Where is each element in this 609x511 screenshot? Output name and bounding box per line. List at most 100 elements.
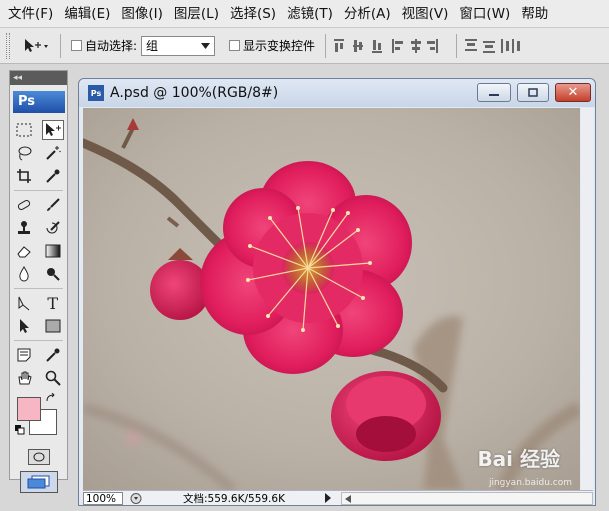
dodge-tool[interactable]: [42, 264, 64, 284]
auto-select-checkbox[interactable]: [71, 40, 82, 51]
default-colors-icon[interactable]: [15, 425, 25, 435]
dodge-icon: [46, 268, 60, 281]
tool-preset-picker[interactable]: [18, 33, 54, 59]
hand-tool[interactable]: [13, 368, 35, 388]
crop-tool[interactable]: [13, 166, 35, 186]
eyedropper-icon: [46, 348, 60, 362]
brush-icon: [46, 198, 60, 211]
scroll-left-icon[interactable]: [344, 494, 352, 504]
gradient-tool[interactable]: [42, 241, 64, 261]
separator: [456, 33, 458, 58]
menu-select[interactable]: 选择(S): [226, 0, 280, 27]
move-tool[interactable]: [41, 120, 64, 140]
auto-select-dropdown[interactable]: 组: [141, 35, 216, 56]
menu-analysis[interactable]: 分析(A): [340, 0, 395, 27]
vertical-scrollbar[interactable]: [581, 108, 593, 490]
photoshop-logo[interactable]: Ps: [13, 91, 65, 113]
color-swatches: [10, 393, 67, 441]
auto-select-value: 组: [146, 39, 159, 53]
history-brush-icon: [46, 221, 60, 234]
close-icon: ✕: [567, 85, 579, 100]
plum-blossom-photo: [83, 108, 580, 490]
align-buttons[interactable]: [332, 37, 450, 55]
menu-filter[interactable]: 滤镜(T): [283, 0, 337, 27]
lasso-tool[interactable]: [13, 143, 35, 163]
move-arrow-icon: [45, 123, 61, 136]
horizontal-scrollbar[interactable]: [341, 491, 593, 505]
path-selection-tool[interactable]: [13, 316, 35, 336]
eyedropper-icon: [46, 169, 60, 183]
maximize-button[interactable]: [517, 83, 549, 102]
zoom-level-field[interactable]: 100%: [83, 491, 123, 505]
menu-view[interactable]: 视图(V): [398, 0, 453, 27]
minimize-button[interactable]: [477, 83, 511, 102]
swap-colors-icon[interactable]: [46, 393, 56, 403]
healing-brush-tool[interactable]: [13, 195, 35, 215]
document-title: A.psd @ 100%(RGB/8#): [110, 85, 279, 101]
eraser-icon: [17, 246, 31, 258]
status-arrow-icon[interactable]: [323, 492, 333, 504]
status-menu-icon[interactable]: [129, 492, 143, 505]
pen-tool[interactable]: [13, 293, 35, 313]
status-bar: 100% 文档:559.6K/559.6K: [83, 490, 593, 505]
close-button[interactable]: ✕: [555, 83, 591, 102]
notes-tool[interactable]: [13, 345, 35, 365]
zoom-tool[interactable]: [42, 368, 64, 388]
eyedropper-tool[interactable]: [42, 166, 64, 186]
type-tool[interactable]: T: [42, 293, 64, 313]
baidu-watermark: Bai 经验: [477, 447, 560, 471]
auto-select-label: 自动选择:: [85, 39, 138, 53]
menu-bar: 文件(F) 编辑(E) 图像(I) 图层(L) 选择(S) 滤镜(T) 分析(A…: [0, 0, 609, 28]
lasso-icon: [18, 146, 32, 161]
minimize-icon: [489, 93, 499, 96]
rectangular-marquee-icon: [16, 123, 32, 137]
quick-mask-button[interactable]: [27, 449, 50, 465]
shape-tool[interactable]: [42, 316, 64, 336]
path-select-icon: [20, 319, 30, 333]
stamp-icon: [18, 221, 31, 234]
document-size-info: 文档:559.6K/559.6K: [183, 492, 285, 505]
move-tool-icon: [25, 38, 48, 52]
tools-panel-grip[interactable]: ◂◂: [10, 71, 67, 85]
color-sampler-tool[interactable]: [42, 345, 64, 365]
options-bar: 自动选择: 组 显示变换控件: [0, 28, 609, 64]
eraser-tool[interactable]: [13, 241, 35, 261]
screen-mode-button[interactable]: [19, 471, 58, 493]
document-title-bar[interactable]: Ps A.psd @ 100%(RGB/8#) ✕: [79, 79, 595, 107]
distribute-buttons[interactable]: [463, 37, 523, 55]
hand-icon: [18, 371, 32, 385]
menu-edit[interactable]: 编辑(E): [60, 0, 114, 27]
pen-icon: [18, 296, 30, 311]
drop-icon: [19, 266, 29, 282]
blur-tool[interactable]: [13, 264, 35, 284]
magic-wand-tool[interactable]: [42, 143, 64, 163]
crop-icon: [17, 169, 32, 183]
magnifier-icon: [45, 370, 61, 386]
gradient-icon: [45, 244, 61, 258]
menu-layer[interactable]: 图层(L): [170, 0, 223, 27]
show-transform-label: 显示变换控件: [243, 39, 316, 53]
clone-stamp-tool[interactable]: [13, 218, 35, 238]
baidu-watermark-url: jingyan.baidu.com: [488, 478, 572, 488]
menu-image[interactable]: 图像(I): [117, 0, 167, 27]
chevron-down-icon: [201, 42, 211, 49]
psd-file-icon: Ps: [88, 85, 104, 101]
image-canvas[interactable]: Bai 经验 jingyan.baidu.com: [83, 108, 580, 490]
show-transform-checkbox[interactable]: [229, 40, 241, 51]
history-brush-tool[interactable]: [42, 218, 64, 238]
restore-icon: [528, 87, 538, 97]
foreground-color-swatch[interactable]: [17, 397, 41, 421]
separator: [60, 33, 61, 58]
brush-tool[interactable]: [42, 195, 64, 215]
note-icon: [17, 348, 31, 362]
magic-wand-icon: [46, 146, 61, 160]
screen-mode-icon: [27, 475, 49, 489]
menu-help[interactable]: 帮助: [517, 0, 552, 27]
quick-mask-icon: [33, 452, 44, 462]
options-bar-grip[interactable]: [6, 32, 10, 59]
marquee-tool[interactable]: [13, 120, 35, 140]
document-window: Ps A.psd @ 100%(RGB/8#) ✕ Bai 经验 jingyan…: [78, 78, 596, 506]
rectangle-shape-icon: [45, 319, 61, 333]
menu-window[interactable]: 窗口(W): [455, 0, 514, 27]
menu-file[interactable]: 文件(F): [4, 0, 57, 27]
